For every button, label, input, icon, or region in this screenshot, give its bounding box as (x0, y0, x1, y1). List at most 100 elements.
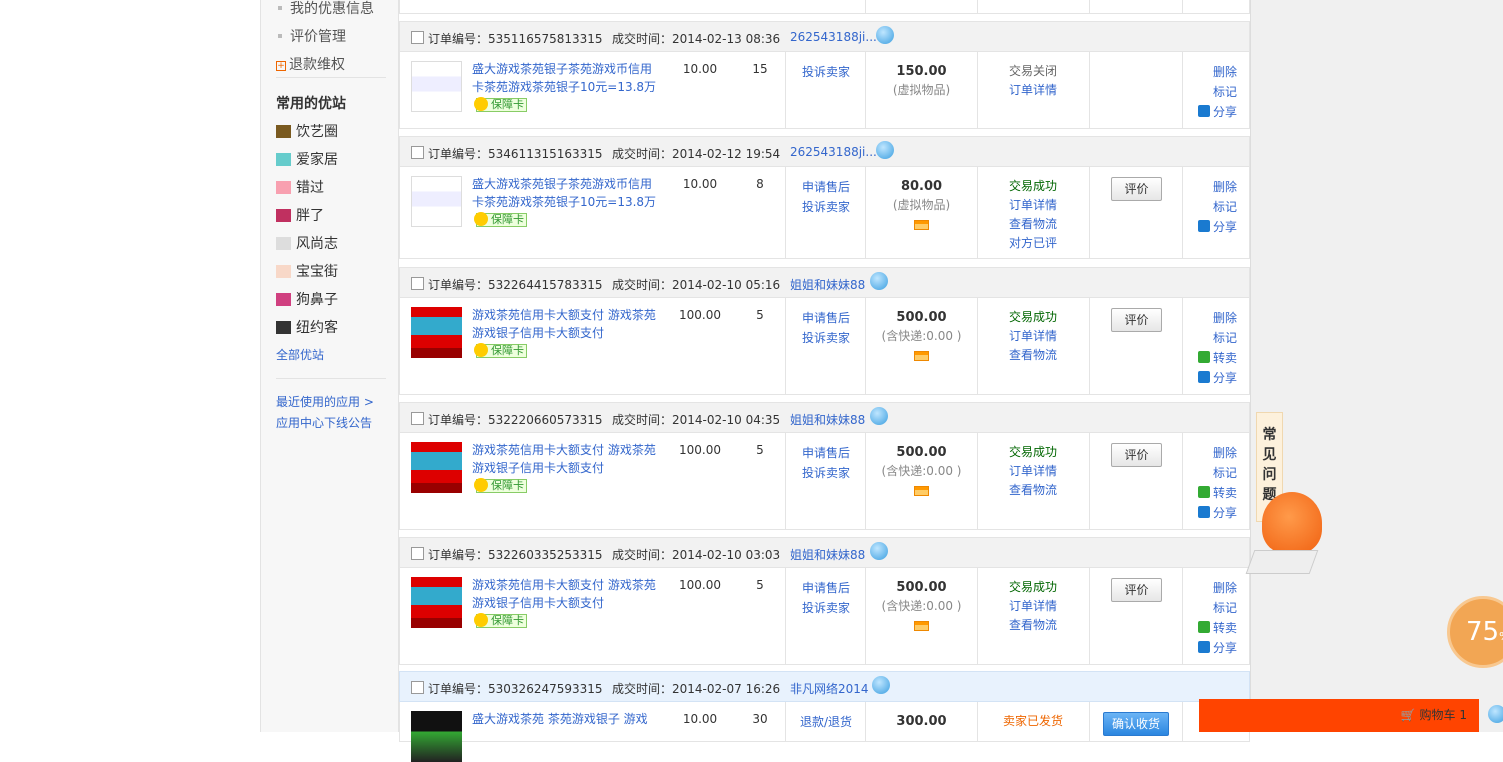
rate-button[interactable]: 评价 (1111, 443, 1162, 467)
wangwang-chat-icon[interactable] (870, 542, 888, 560)
mark-link[interactable]: 标记 (1198, 328, 1237, 348)
seller-link[interactable]: 姐姐和妹妹88 (790, 546, 865, 563)
product-title-link[interactable]: 游戏茶苑信用卡大额支付 游戏茶苑游戏银子信用卡大额支付 (472, 306, 657, 342)
resell-link[interactable]: 转卖 (1197, 483, 1237, 503)
sidebar-review-management[interactable]: 评价管理 (276, 26, 346, 46)
sidebar-my-coupons[interactable]: 我的优惠信息 (276, 0, 374, 18)
order-checkbox[interactable] (411, 412, 424, 425)
action-link[interactable]: 退款/退货 (786, 712, 866, 732)
product-image[interactable] (411, 176, 462, 227)
order-checkbox[interactable] (411, 31, 424, 44)
rate-button[interactable]: 评价 (1111, 578, 1162, 602)
status-link[interactable]: 订单详情 (977, 327, 1089, 346)
column-divider (1089, 52, 1090, 128)
order-checkbox[interactable] (411, 277, 424, 290)
all-sites-link[interactable]: 全部优站 (276, 346, 324, 363)
action-link[interactable]: 申请售后 (786, 177, 866, 197)
mark-link[interactable]: 标记 (1198, 197, 1237, 217)
seller-link[interactable]: 非凡网络2014 (790, 680, 869, 697)
share-link[interactable]: 分享 (1197, 368, 1237, 388)
status-link[interactable]: 订单详情 (977, 196, 1089, 215)
product-image[interactable] (411, 442, 462, 493)
resell-link[interactable]: 转卖 (1197, 618, 1237, 638)
product-title-link[interactable]: 游戏茶苑信用卡大额支付 游戏茶苑游戏银子信用卡大额支付 (472, 576, 657, 612)
wangwang-chat-icon[interactable] (876, 26, 894, 44)
site-logo-icon (276, 209, 291, 222)
sidebar-refund[interactable]: + 退款维权 (276, 54, 345, 74)
site-link[interactable]: 胖了 (276, 205, 324, 225)
delete-link[interactable]: 删除 (1198, 177, 1237, 197)
status-link[interactable]: 订单详情 (977, 462, 1089, 481)
site-link[interactable]: 风尚志 (276, 233, 338, 253)
action-link[interactable]: 申请售后 (786, 308, 866, 328)
action-link[interactable]: 投诉卖家 (786, 328, 866, 348)
mark-link[interactable]: 标记 (1198, 598, 1237, 618)
mark-link[interactable]: 标记 (1198, 463, 1237, 483)
delete-link[interactable]: 删除 (1198, 62, 1237, 82)
status-link[interactable]: 查看物流 (977, 481, 1089, 500)
customer-service-mascot[interactable] (1262, 492, 1322, 554)
product-title-link[interactable]: 盛大游戏茶苑 茶苑游戏银子 游戏 (472, 710, 657, 728)
column-divider (1182, 702, 1183, 741)
product-image[interactable] (411, 307, 462, 358)
wangwang-chat-icon[interactable] (876, 141, 894, 159)
guarantee-card-badge[interactable]: 保障卡 (474, 343, 527, 358)
status-link[interactable]: 订单详情 (977, 597, 1089, 616)
site-link[interactable]: 错过 (276, 177, 324, 197)
unit-price: 10.00 (682, 177, 718, 191)
product-title-link[interactable]: 游戏茶苑信用卡大额支付 游戏茶苑游戏银子信用卡大额支付 (472, 441, 657, 477)
wangwang-chat-icon[interactable] (870, 272, 888, 290)
resell-link[interactable]: 转卖 (1197, 348, 1237, 368)
status-link[interactable]: 对方已评 (977, 234, 1089, 253)
status-link[interactable]: 订单详情 (977, 81, 1089, 100)
order-checkbox[interactable] (411, 146, 424, 159)
site-link[interactable]: 狗鼻子 (276, 289, 338, 309)
recent-apps-link[interactable]: 最近使用的应用 > (276, 393, 374, 410)
status-link[interactable]: 查看物流 (977, 616, 1089, 635)
status-link[interactable]: 查看物流 (977, 215, 1089, 234)
confirm-receipt-button[interactable]: 确认收货 (1103, 712, 1169, 736)
share-link[interactable]: 分享 (1197, 503, 1237, 523)
action-link[interactable]: 投诉卖家 (786, 463, 866, 483)
rate-button[interactable]: 评价 (1111, 308, 1162, 332)
seller-link[interactable]: 姐姐和妹妹88 (790, 411, 865, 428)
action-link[interactable]: 申请售后 (786, 578, 866, 598)
wangwang-icon[interactable] (1488, 705, 1503, 723)
wangwang-chat-icon[interactable] (870, 407, 888, 425)
share-link[interactable]: 分享 (1197, 102, 1237, 122)
product-title-link[interactable]: 盛大游戏茶苑银子茶苑游戏币信用卡茶苑游戏茶苑银子10元=13.8万 (472, 60, 657, 96)
share-link[interactable]: 分享 (1197, 638, 1237, 658)
guarantee-card-badge[interactable]: 保障卡 (474, 212, 527, 227)
product-title-link[interactable]: 盛大游戏茶苑银子茶苑游戏币信用卡茶苑游戏茶苑银子10元=13.8万 (472, 175, 657, 211)
mark-link[interactable]: 标记 (1198, 82, 1237, 102)
share-link[interactable]: 分享 (1197, 217, 1237, 237)
action-link[interactable]: 申请售后 (786, 443, 866, 463)
action-link[interactable]: 投诉卖家 (786, 598, 866, 618)
order-checkbox[interactable] (411, 547, 424, 560)
guarantee-card-badge[interactable]: 保障卡 (474, 613, 527, 628)
site-link[interactable]: 宝宝街 (276, 261, 338, 281)
guarantee-card-badge[interactable]: 保障卡 (474, 97, 527, 112)
delete-link[interactable]: 删除 (1198, 443, 1237, 463)
total-note: (含快递:0.00 ) (881, 329, 962, 343)
product-image[interactable] (411, 577, 462, 628)
action-link[interactable]: 投诉卖家 (786, 197, 866, 217)
site-link[interactable]: 纽约客 (276, 317, 338, 337)
product-image[interactable] (411, 711, 462, 762)
guarantee-card-badge[interactable]: 保障卡 (474, 478, 527, 493)
seller-link[interactable]: 姐姐和妹妹88 (790, 276, 865, 293)
action-link[interactable]: 投诉卖家 (786, 62, 866, 82)
site-link[interactable]: 爱家居 (276, 149, 338, 169)
app-notice-link[interactable]: 应用中心下线公告 (276, 414, 372, 431)
seller-link[interactable]: 262543188ji... (790, 145, 877, 159)
seller-link[interactable]: 262543188ji... (790, 30, 877, 44)
cart-bar[interactable]: 🛒 购物车 1 (1199, 699, 1479, 732)
product-image[interactable] (411, 61, 462, 112)
rate-button[interactable]: 评价 (1111, 177, 1162, 201)
delete-link[interactable]: 删除 (1198, 308, 1237, 328)
delete-link[interactable]: 删除 (1198, 578, 1237, 598)
order-checkbox[interactable] (411, 681, 424, 694)
site-link[interactable]: 饮艺圈 (276, 121, 338, 141)
status-link[interactable]: 查看物流 (977, 346, 1089, 365)
wangwang-chat-icon[interactable] (872, 676, 890, 694)
